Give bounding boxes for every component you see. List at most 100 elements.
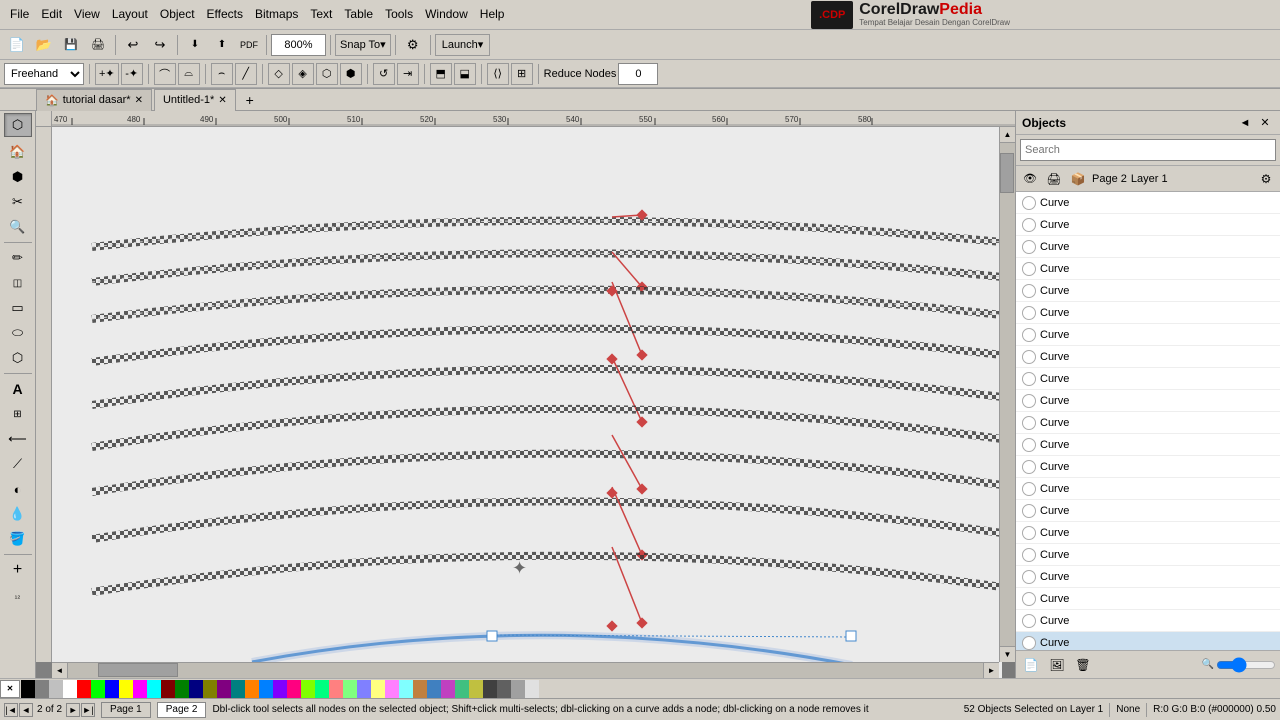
window-menu[interactable]: Window (419, 5, 474, 23)
color-swatch-000000[interactable] (21, 680, 35, 698)
prev-page-btn[interactable]: ◄ (19, 703, 33, 717)
color-swatch-800080[interactable] (217, 680, 231, 698)
color-swatch-ff0080[interactable] (287, 680, 301, 698)
no-fill-swatch[interactable]: ✕ (0, 680, 20, 698)
obj-visibility-circle[interactable] (1022, 636, 1036, 650)
rect-tool[interactable]: ▭ (4, 296, 32, 320)
undo-btn[interactable]: ↩ (120, 32, 146, 58)
obj-visibility-circle[interactable] (1022, 570, 1036, 584)
object-list-item-3[interactable]: Curve (1016, 258, 1280, 280)
connector-tool[interactable]: ⟋ (4, 452, 32, 476)
scroll-track[interactable] (1000, 143, 1015, 646)
options-btn[interactable]: ⚙ (400, 32, 426, 58)
save-btn[interactable]: 💾 (58, 32, 84, 58)
new-btn[interactable]: 📄 (4, 32, 30, 58)
color-swatch-ff0000[interactable] (77, 680, 91, 698)
del-node-btn[interactable]: -✦ (121, 63, 143, 85)
break-node-btn[interactable]: ⌓ (178, 63, 200, 85)
table-tool[interactable]: ⊞ (4, 402, 32, 426)
join-nodes-btn[interactable]: ⌒ (154, 63, 176, 85)
zoom-tool[interactable]: 🔍 (4, 215, 32, 239)
redo-btn[interactable]: ↪ (147, 32, 173, 58)
align-nodes-h-btn[interactable]: ⬒ (430, 63, 452, 85)
add-node-btn[interactable]: +✦ (95, 63, 119, 85)
color-swatch-e0e0e0[interactable] (525, 680, 539, 698)
bitmaps-menu[interactable]: Bitmaps (249, 5, 304, 23)
snap-to-btn[interactable]: Snap To ▾ (335, 34, 391, 56)
close-tab-btn[interactable]: ✕ (135, 95, 143, 106)
obj-visibility-circle[interactable] (1022, 284, 1036, 298)
open-btn[interactable]: 📂 (31, 32, 57, 58)
tab-untitled[interactable]: Untitled-1* ✕ (154, 89, 236, 111)
object-list-item-2[interactable]: Curve (1016, 236, 1280, 258)
scroll-down-btn[interactable]: ▼ (1000, 646, 1016, 662)
panel-arrow-left-btn[interactable]: ◄ (1236, 114, 1254, 132)
obj-visibility-circle[interactable] (1022, 548, 1036, 562)
edit-menu[interactable]: Edit (35, 5, 68, 23)
import-btn[interactable]: ⬇ (182, 32, 208, 58)
help-menu[interactable]: Help (474, 5, 511, 23)
color-swatch-ffff80[interactable] (371, 680, 385, 698)
obj-visibility-circle[interactable] (1022, 328, 1036, 342)
launch-btn[interactable]: Launch ▾ (435, 34, 491, 56)
obj-visibility-circle[interactable] (1022, 592, 1036, 606)
page-tab-2[interactable]: Page 2 (157, 702, 207, 718)
next-page-btn[interactable]: ► (66, 703, 80, 717)
object-list-item-14[interactable]: Curve (1016, 500, 1280, 522)
obj-visibility-circle[interactable] (1022, 262, 1036, 276)
panel-obj-btn[interactable]: 🖼 (1046, 655, 1068, 675)
reduce-nodes-input[interactable] (618, 63, 658, 85)
obj-visibility-circle[interactable] (1022, 526, 1036, 540)
scroll-thumb[interactable] (1000, 153, 1014, 193)
object-list-item-20[interactable]: Curve (1016, 632, 1280, 650)
color-swatch-808080[interactable] (35, 680, 49, 698)
zoom-slider[interactable]: 🔍 (1202, 658, 1276, 672)
color-swatch-404040[interactable] (483, 680, 497, 698)
shape-tool[interactable]: ⬢ (4, 165, 32, 189)
line-btn[interactable]: ╱ (235, 63, 257, 85)
select-all-btn[interactable]: ⊞ (511, 63, 533, 85)
close-tab2-btn[interactable]: ✕ (218, 95, 226, 106)
search-input[interactable] (1020, 139, 1276, 161)
table-menu[interactable]: Table (338, 5, 379, 23)
object-list-item-4[interactable]: Curve (1016, 280, 1280, 302)
ellipse-tool[interactable]: ⬭ (4, 321, 32, 345)
first-page-btn[interactable]: |◄ (4, 703, 18, 717)
curve-btn[interactable]: ⌢ (211, 63, 233, 85)
obj-visibility-circle[interactable] (1022, 350, 1036, 364)
object-list-item-6[interactable]: Curve (1016, 324, 1280, 346)
color-swatch-00ffff[interactable] (147, 680, 161, 698)
smooth-btn[interactable]: ◈ (292, 63, 314, 85)
color-swatch-40c080[interactable] (455, 680, 469, 698)
text-menu[interactable]: Text (304, 5, 338, 23)
crop-tool[interactable]: ✂ (4, 190, 32, 214)
panel-layers-btn[interactable]: 📄 (1020, 655, 1042, 675)
color-swatch-000080[interactable] (189, 680, 203, 698)
color-swatch-0000ff[interactable] (105, 680, 119, 698)
obj-visibility-circle[interactable] (1022, 218, 1036, 232)
effects-menu[interactable]: Effects (201, 5, 249, 23)
fill-tool[interactable]: 🪣 (4, 527, 32, 551)
horizontal-scrollbar[interactable]: ◄ ► (52, 662, 999, 678)
reverse-dir-btn[interactable]: ↺ (373, 63, 395, 85)
obj-visibility-circle[interactable] (1022, 614, 1036, 628)
new-tab-btn[interactable]: + (240, 90, 260, 110)
color-swatch-008000[interactable] (175, 680, 189, 698)
tools-menu[interactable]: Tools (379, 5, 419, 23)
extend-btn[interactable]: ⇥ (397, 63, 419, 85)
view-menu[interactable]: View (68, 5, 106, 23)
mode-select[interactable]: Freehand (4, 63, 84, 85)
elastic-btn[interactable]: ⟨⟩ (487, 63, 509, 85)
color-swatch-80ffff[interactable] (399, 680, 413, 698)
obj-visibility-circle[interactable] (1022, 504, 1036, 518)
curve-tool[interactable]: ✏ (4, 246, 32, 270)
color-swatch-00ff80[interactable] (315, 680, 329, 698)
publish-pdf-btn[interactable]: PDF (236, 32, 262, 58)
color-swatch-8080ff[interactable] (357, 680, 371, 698)
freehand-tool[interactable]: 🏠 (4, 140, 32, 164)
color-swatch-00ff00[interactable] (91, 680, 105, 698)
obj-visibility-circle[interactable] (1022, 460, 1036, 474)
tangent-btn[interactable]: ⬢ (340, 63, 362, 85)
obj-visibility-circle[interactable] (1022, 306, 1036, 320)
object-list-item-7[interactable]: Curve (1016, 346, 1280, 368)
